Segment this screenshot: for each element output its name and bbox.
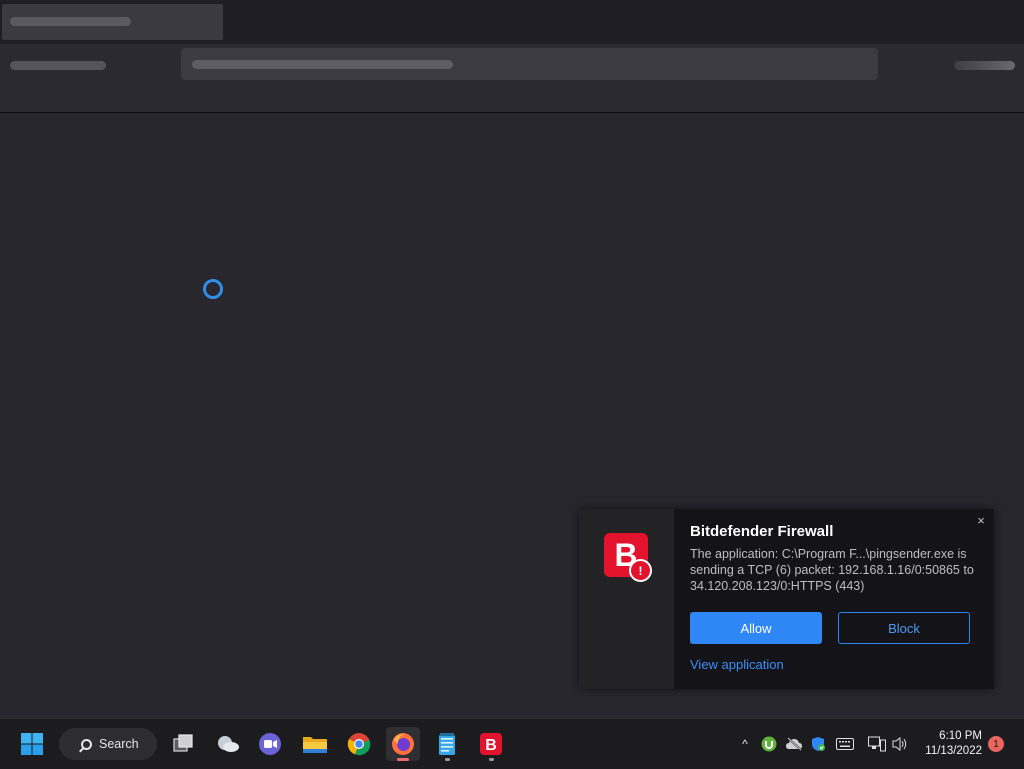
firewall-notification: B ! Bitdefender Firewall × The applicati… — [579, 509, 994, 689]
notepad-icon[interactable] — [430, 727, 464, 761]
block-button[interactable]: Block — [838, 612, 970, 644]
address-placeholder — [192, 60, 453, 69]
clock-time: 6:10 PM — [939, 730, 982, 742]
security-shield-icon[interactable] — [809, 735, 827, 753]
loading-spinner-icon — [203, 279, 223, 299]
active-app-indicator — [397, 758, 409, 761]
file-explorer-icon[interactable] — [298, 727, 332, 761]
teams-chat-icon[interactable] — [253, 727, 287, 761]
alert-glyph: ! — [638, 563, 643, 578]
notification-icon-panel: B ! — [579, 509, 674, 689]
onedrive-offline-icon[interactable] — [785, 735, 803, 753]
bitdefender-icon[interactable]: B — [474, 727, 508, 761]
browser-tab-strip — [0, 0, 1024, 44]
view-application-link[interactable]: View application — [690, 657, 784, 672]
tab-title-placeholder — [10, 17, 131, 26]
taskbar-search[interactable]: Search — [59, 728, 157, 760]
browser-toolbar — [0, 44, 1024, 113]
clock-date: 11/13/2022 — [925, 745, 982, 757]
running-app-indicator — [489, 758, 494, 761]
volume-icon[interactable] — [891, 735, 909, 753]
firefox-icon[interactable] — [386, 727, 420, 761]
close-icon[interactable]: × — [974, 514, 988, 528]
notification-title: Bitdefender Firewall — [690, 523, 834, 540]
task-view-icon[interactable] — [166, 727, 200, 761]
search-icon — [81, 738, 92, 750]
running-app-indicator — [445, 758, 450, 761]
svg-text:B: B — [485, 737, 497, 754]
search-label: Search — [99, 737, 139, 751]
browser-tab[interactable] — [2, 4, 223, 40]
nav-buttons-placeholder[interactable] — [10, 61, 106, 70]
notification-message: The application: C:\Program F...\pingsen… — [690, 547, 974, 593]
keyboard-icon[interactable] — [836, 735, 854, 753]
notification-body: Bitdefender Firewall × The application: … — [674, 509, 994, 689]
taskbar: Search B ^ 6:10 PM 11/13/2022 1 — [0, 718, 1024, 769]
alert-icon: ! — [629, 559, 652, 582]
show-hidden-icons-chevron-icon[interactable]: ^ — [736, 735, 754, 753]
notification-count-badge[interactable]: 1 — [988, 736, 1004, 752]
allow-button[interactable]: Allow — [690, 612, 822, 644]
widgets-icon[interactable] — [211, 727, 245, 761]
chrome-icon[interactable] — [342, 727, 376, 761]
network-icon[interactable] — [868, 735, 886, 753]
system-clock[interactable]: 6:10 PM 11/13/2022 — [916, 729, 982, 759]
utorrent-icon[interactable] — [760, 735, 778, 753]
windows-start-icon[interactable] — [15, 727, 49, 761]
toolbar-menu-placeholder[interactable] — [954, 61, 1015, 70]
address-bar[interactable] — [181, 48, 878, 80]
